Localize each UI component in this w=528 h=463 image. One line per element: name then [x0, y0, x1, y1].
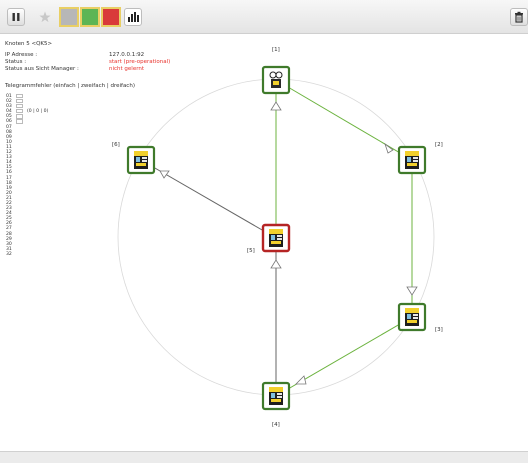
- favorite-button[interactable]: [36, 8, 54, 26]
- arrow-head: [270, 259, 282, 269]
- arrow-head: [270, 101, 282, 111]
- arrow-head: [159, 170, 170, 179]
- node-label-4: [4]: [272, 422, 280, 428]
- pause-icon: [12, 13, 20, 21]
- node-5-selected[interactable]: [261, 223, 291, 253]
- node-label-3: [3]: [435, 327, 443, 333]
- network-diagram: [117, 65, 435, 411]
- node-label-2: [2]: [435, 142, 443, 148]
- gray-swatch-button[interactable]: [59, 7, 79, 27]
- star-icon: [39, 11, 51, 23]
- node-4[interactable]: [261, 381, 291, 411]
- node-1[interactable]: [261, 65, 291, 95]
- arrow-head: [295, 375, 307, 385]
- network-panel: Knoten 5 <QK5> IP Adresse : 127.0.0.1:92…: [0, 34, 528, 450]
- red-swatch-button[interactable]: [101, 7, 121, 27]
- delete-button[interactable]: [510, 8, 528, 26]
- node-6[interactable]: [126, 145, 156, 175]
- link-1-2: [275, 79, 413, 161]
- node-label-6: [6]: [112, 142, 120, 148]
- pause-button[interactable]: [7, 8, 25, 26]
- status-bar: [0, 451, 528, 463]
- arrow-head: [406, 286, 418, 296]
- node-2[interactable]: [397, 145, 427, 175]
- statistics-button[interactable]: [124, 8, 142, 26]
- green-swatch-button[interactable]: [80, 7, 100, 27]
- node-label-5: [5]: [247, 248, 255, 254]
- node-3[interactable]: [397, 302, 427, 332]
- toolbar: [0, 0, 528, 34]
- bar-chart-icon: [128, 12, 139, 22]
- trash-icon: [515, 11, 523, 23]
- node-label-1: [1]: [272, 47, 280, 53]
